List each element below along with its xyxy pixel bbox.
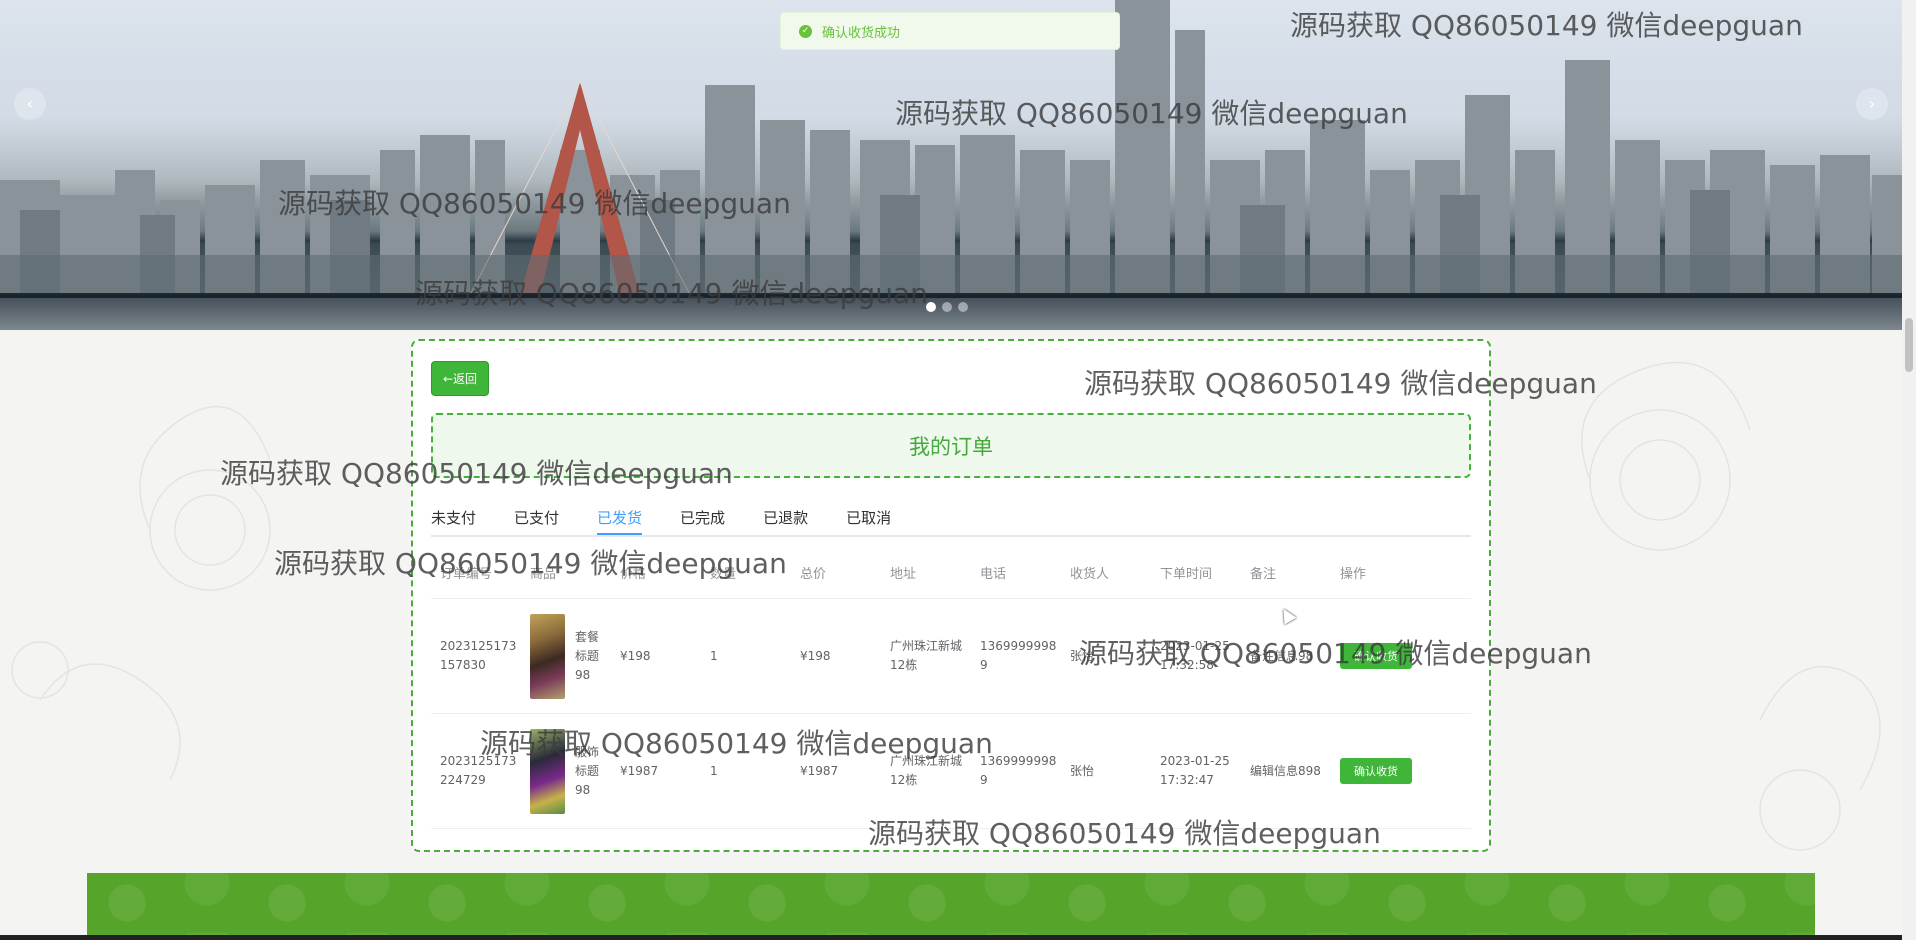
receiver: 张怡 bbox=[1061, 713, 1151, 829]
address: 广州珠江新城12栋 bbox=[881, 713, 971, 829]
floral-decoration-right bbox=[1581, 361, 1881, 851]
scrollbar-thumb[interactable] bbox=[1905, 318, 1913, 372]
footer bbox=[87, 873, 1815, 940]
quantity: 1 bbox=[701, 713, 791, 829]
action-cell: 确认收货 bbox=[1331, 598, 1471, 714]
phone: 13699999989 bbox=[971, 598, 1061, 714]
floral-decoration-left bbox=[11, 405, 271, 781]
price: ¥1987 bbox=[611, 713, 701, 829]
carousel-indicators bbox=[926, 302, 968, 312]
carousel-dot[interactable] bbox=[926, 302, 936, 312]
order-time: 2023-01-25 17:32:58 bbox=[1151, 598, 1241, 714]
receiver: 张怡 bbox=[1061, 598, 1151, 714]
carousel-dot[interactable] bbox=[958, 302, 968, 312]
table-header-row: 订单编号 商品 价格 数量 总价 地址 电话 收货人 下单时间 备注 操作 bbox=[431, 546, 1471, 599]
header-phone: 电话 bbox=[971, 546, 1061, 599]
total: ¥1987 bbox=[791, 713, 881, 829]
header-address: 地址 bbox=[881, 546, 971, 599]
taskbar-strip bbox=[0, 935, 1916, 940]
confirm-receipt-button[interactable]: 确认收货 bbox=[1340, 758, 1412, 784]
tab-refunded[interactable]: 已退款 bbox=[763, 501, 808, 533]
toast-message: 确认收货成功 bbox=[822, 25, 901, 41]
header-time: 下单时间 bbox=[1151, 546, 1241, 599]
header-total: 总价 bbox=[791, 546, 881, 599]
table-row: 2023125173224729 服饰标题98 ¥1987 1 ¥1987 广州… bbox=[431, 713, 1471, 829]
action-cell: 确认收货 bbox=[1331, 713, 1471, 829]
order-status-tabs: 未支付 已支付 已发货 已完成 已退款 已取消 bbox=[431, 501, 1471, 537]
product-name: 套餐标题98 bbox=[575, 629, 600, 682]
header-price: 价格 bbox=[611, 546, 701, 599]
address: 广州珠江新城12栋 bbox=[881, 598, 971, 714]
header-product: 商品 bbox=[521, 546, 611, 599]
order-no: 2023125173224729 bbox=[431, 713, 521, 829]
carousel-next-icon[interactable]: › bbox=[1856, 88, 1888, 120]
total: ¥198 bbox=[791, 598, 881, 714]
tab-unpaid[interactable]: 未支付 bbox=[431, 501, 476, 533]
page-title-text: 我的订单 bbox=[909, 434, 993, 459]
tab-paid[interactable]: 已支付 bbox=[514, 501, 559, 533]
product-image[interactable] bbox=[530, 728, 565, 814]
tab-cancelled[interactable]: 已取消 bbox=[846, 501, 891, 533]
phone: 13699999989 bbox=[971, 713, 1061, 829]
product-cell: 服饰标题98 bbox=[521, 713, 611, 829]
carousel-prev-icon[interactable]: ‹ bbox=[14, 88, 46, 120]
success-toast: ✓ 确认收货成功 bbox=[780, 12, 1120, 50]
orders-table: 订单编号 商品 价格 数量 总价 地址 电话 收货人 下单时间 备注 操作 20… bbox=[431, 546, 1471, 829]
header-receiver: 收货人 bbox=[1061, 546, 1151, 599]
quantity: 1 bbox=[701, 598, 791, 714]
carousel-dot[interactable] bbox=[942, 302, 952, 312]
tab-completed[interactable]: 已完成 bbox=[680, 501, 725, 533]
header-action: 操作 bbox=[1331, 546, 1471, 599]
orders-card: ←返回 我的订单 未支付 已支付 已发货 已完成 已退款 已取消 订单编号 商品… bbox=[411, 339, 1491, 852]
product-name: 服饰标题98 bbox=[575, 744, 600, 797]
table-row: 2023125173157830 套餐标题98 ¥198 1 ¥198 广州珠江… bbox=[431, 598, 1471, 714]
success-check-icon: ✓ bbox=[799, 24, 812, 38]
product-cell: 套餐标题98 bbox=[521, 598, 611, 714]
back-button[interactable]: ←返回 bbox=[431, 361, 489, 396]
price: ¥198 bbox=[611, 598, 701, 714]
header-order-no: 订单编号 bbox=[431, 546, 521, 599]
header-remark: 备注 bbox=[1241, 546, 1331, 599]
tab-shipped[interactable]: 已发货 bbox=[597, 501, 643, 535]
order-no: 2023125173157830 bbox=[431, 598, 521, 714]
header-quantity: 数量 bbox=[701, 546, 791, 599]
order-time: 2023-01-25 17:32:47 bbox=[1151, 713, 1241, 829]
confirm-receipt-button[interactable]: 确认收货 bbox=[1340, 643, 1412, 669]
page-title: 我的订单 bbox=[431, 413, 1471, 478]
page-scrollbar[interactable] bbox=[1902, 0, 1916, 940]
remark: 编辑信息898 bbox=[1241, 713, 1331, 829]
product-image[interactable] bbox=[530, 613, 565, 699]
